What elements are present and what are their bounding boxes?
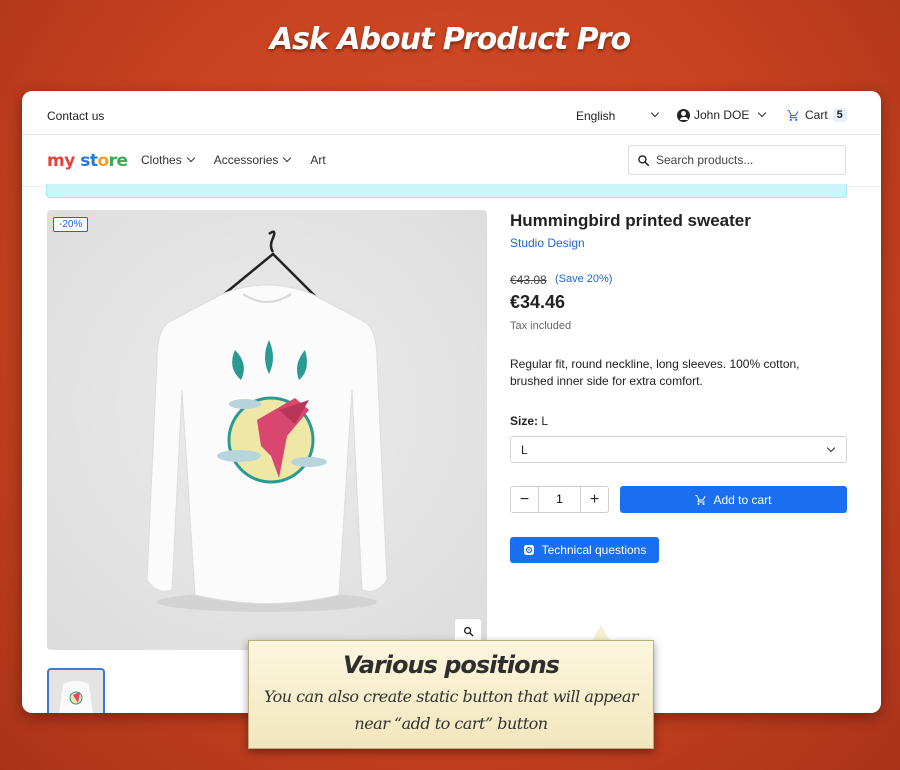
callout-line-2: near “add to cart” button (354, 714, 548, 733)
search-icon (638, 154, 650, 166)
store-logo[interactable]: my store (47, 151, 128, 171)
user-icon (677, 108, 690, 122)
chevron-down-icon (186, 153, 195, 163)
size-select[interactable]: L (510, 436, 847, 463)
chevron-down-icon (283, 153, 292, 163)
cart-count-badge: 5 (832, 108, 847, 122)
cart-button[interactable]: Cart 5 (787, 108, 847, 122)
product-image[interactable]: -20% (47, 210, 487, 650)
language-selector[interactable]: English (576, 109, 615, 123)
increase-qty-button[interactable]: + (581, 491, 608, 509)
category-menu: Clothes Accessories Art (141, 153, 326, 167)
cart-icon (787, 109, 799, 121)
user-menu[interactable]: John DOE (677, 108, 767, 122)
add-to-cart-button[interactable]: Add to cart (620, 486, 847, 513)
chevron-down-icon (826, 443, 836, 453)
regular-price: €43.08 (510, 273, 547, 287)
notification-bar (46, 184, 847, 198)
product-thumbnail[interactable] (47, 668, 105, 713)
store-window: Contact us English John DOE Cart 5 my st… (22, 91, 881, 713)
callout-pointer (592, 625, 610, 641)
technical-questions-label: Technical questions (541, 543, 647, 557)
menu-item-accessories[interactable]: Accessories (214, 153, 292, 167)
menu-item-art[interactable]: Art (310, 153, 325, 167)
discount-label: (Save 20%) (555, 273, 613, 285)
decrease-qty-button[interactable]: − (511, 491, 538, 509)
current-price: €34.46 (510, 292, 566, 312)
chevron-down-icon[interactable] (646, 107, 660, 121)
quantity-input[interactable]: 1 (538, 487, 581, 512)
technical-questions-button[interactable]: Technical questions (510, 537, 659, 563)
feature-callout: Various positions You can also create st… (248, 640, 654, 749)
top-bar: Contact us English John DOE Cart 5 (22, 91, 881, 135)
product-title: Hummingbird printed sweater (510, 211, 751, 230)
callout-title: Various positions (343, 651, 560, 679)
search-box[interactable] (628, 145, 846, 175)
chevron-down-icon (758, 108, 767, 118)
add-to-cart-label: Add to cart (713, 492, 772, 507)
sweater-image (146, 230, 388, 612)
cart-label: Cart (805, 108, 828, 122)
banner-title: Ask About Product Pro (269, 22, 631, 57)
callout-line-1: You can also create static button that w… (263, 687, 639, 706)
contact-link[interactable]: Contact us (47, 109, 104, 123)
search-input[interactable] (656, 153, 836, 167)
discount-badge: -20% (53, 217, 89, 232)
question-icon (523, 545, 534, 555)
quantity-stepper: − 1 + (510, 486, 609, 513)
zoom-icon (463, 626, 473, 636)
main-nav: my store Clothes Accessories Art (22, 135, 881, 187)
tax-label: Tax included (510, 320, 572, 332)
product-description: Regular fit, round neckline, long sleeve… (510, 357, 800, 388)
size-label: Size: L (510, 414, 549, 428)
menu-item-clothes[interactable]: Clothes (141, 153, 195, 167)
user-name: John DOE (694, 108, 750, 122)
size-selected-value: L (521, 443, 528, 457)
cart-icon (695, 494, 707, 505)
product-brand-link[interactable]: Studio Design (510, 236, 585, 250)
